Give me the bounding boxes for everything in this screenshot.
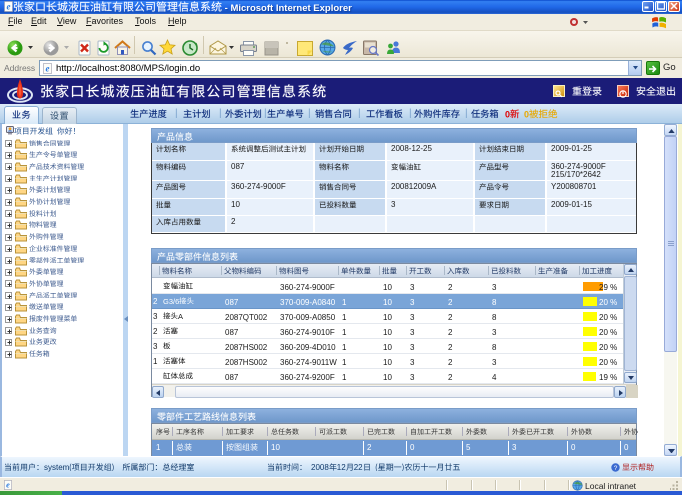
svg-text:e: e — [46, 64, 50, 74]
svg-text:e: e — [6, 481, 10, 490]
svg-text:e: e — [7, 2, 11, 12]
svg-text:?: ? — [614, 465, 618, 472]
